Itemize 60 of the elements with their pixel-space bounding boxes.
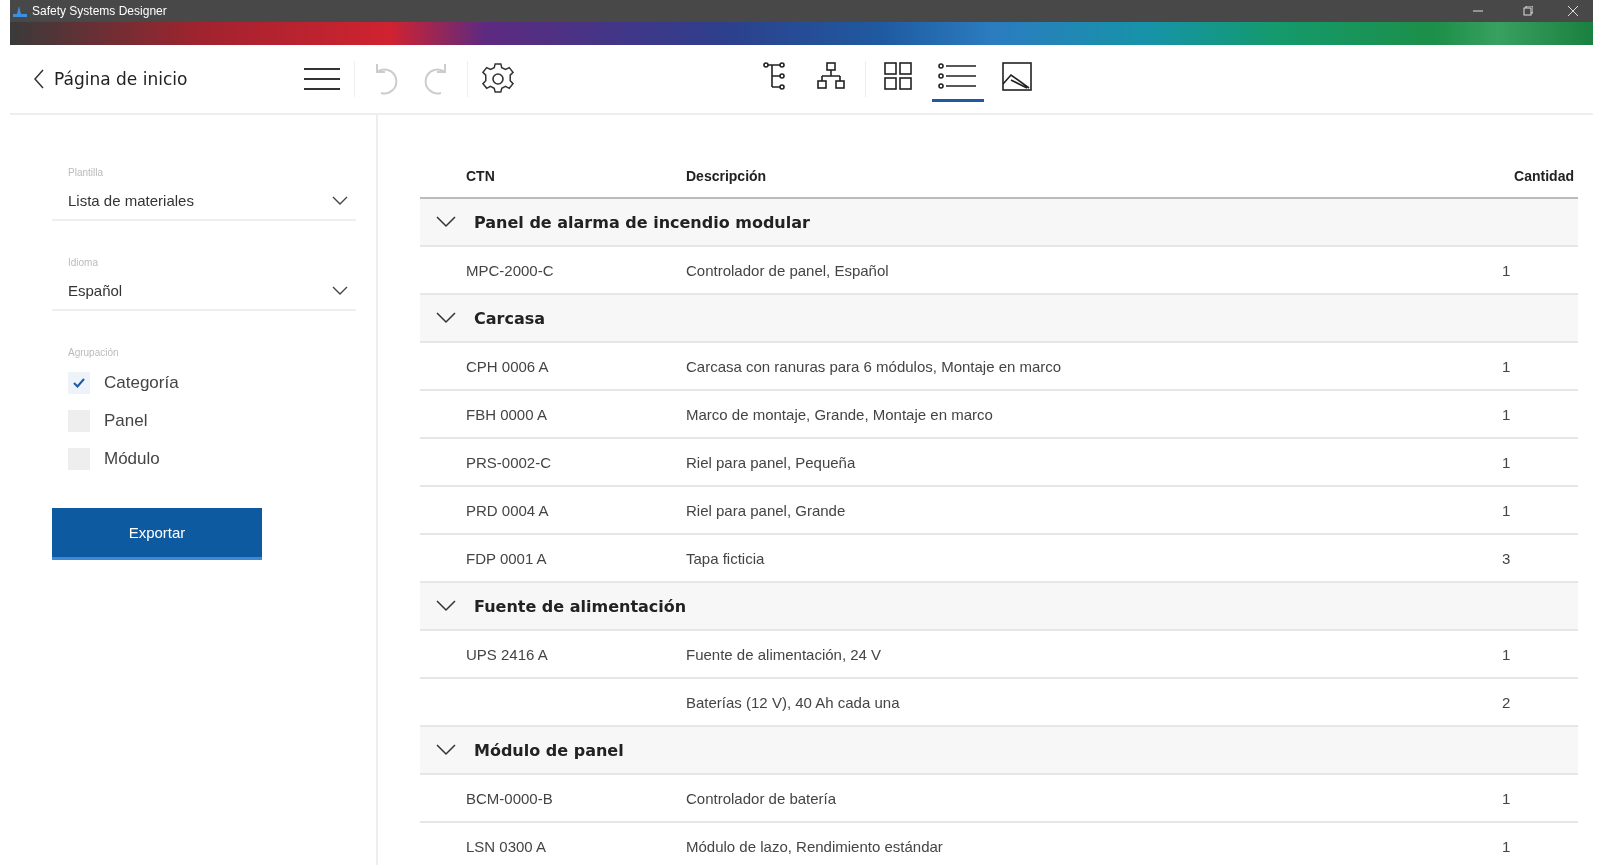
checkbox[interactable] <box>68 372 90 394</box>
image-icon <box>1002 62 1032 91</box>
list-view-icon <box>938 62 978 91</box>
group-toggle[interactable]: Fuente de alimentación <box>420 596 687 616</box>
checkbox-option[interactable]: Módulo <box>68 448 160 470</box>
restore-icon[interactable] <box>1523 6 1533 16</box>
table-cell-text: PRD 0004 A <box>465 501 550 519</box>
table-cell-text: Fuente de alimentación, 24 V <box>686 645 883 663</box>
checkmark-icon <box>73 378 85 388</box>
export-button[interactable]: Exportar <box>52 508 262 560</box>
field-label: Plantilla <box>68 167 105 178</box>
column-header: Descripción <box>686 168 768 184</box>
dropdown[interactable]: Español <box>52 282 356 311</box>
table-cell-text: 3 <box>1501 549 1512 567</box>
table-cell-text: BCM-0000-B <box>465 789 554 807</box>
table-cell-text: 1 <box>1501 645 1512 663</box>
table-cell-text: 1 <box>1501 789 1512 807</box>
back-chevron-icon <box>34 69 44 89</box>
table-cell-text: Riel para panel, Pequeña <box>686 453 857 471</box>
checkbox-option[interactable]: Panel <box>68 410 148 432</box>
table-cell-text: UPS 2416 A <box>465 645 549 663</box>
back-link[interactable]: Página de inicio <box>34 69 304 89</box>
chevron-down-icon <box>332 196 348 205</box>
column-header: CTN <box>465 168 496 184</box>
table-cell-text: Marco de montaje, Grande, Montaje en marco <box>686 405 994 423</box>
table-cell-text: MPC-2000-C <box>465 261 555 279</box>
menu-icon[interactable] <box>304 67 340 91</box>
table-cell-text: Baterías (12 V), 40 Ah cada una <box>686 693 901 711</box>
table-cell-text: Controlador de panel, Español <box>686 261 890 279</box>
table-cell-text: 1 <box>1501 501 1512 519</box>
hierarchy-icon <box>817 62 847 91</box>
table-cell-text: LSN 0300 A <box>465 837 548 855</box>
checkbox-option[interactable]: Categoría <box>68 372 179 394</box>
group-toggle[interactable]: Carcasa <box>420 308 546 328</box>
grid-view-icon <box>884 62 914 91</box>
close-icon[interactable] <box>1568 6 1578 16</box>
table-cell-text: 2 <box>1501 693 1512 711</box>
table-cell-text: 1 <box>1501 357 1512 375</box>
table-cell-text: 1 <box>1501 405 1512 423</box>
table-cell-text: FBH 0000 A <box>465 405 548 423</box>
group-toggle[interactable]: Módulo de panel <box>420 740 624 760</box>
dropdown[interactable]: Lista de materiales <box>52 192 356 221</box>
table-cell-text: CPH 0006 A <box>465 357 550 375</box>
table-cell-text: PRS-0002-C <box>465 453 553 471</box>
table-cell-text: Tapa ficticia <box>686 549 766 567</box>
column-header: Cantidad <box>1513 168 1575 184</box>
field-label: Idioma <box>68 257 99 268</box>
field-label: Agrupación <box>68 347 120 358</box>
group-toggle[interactable]: Panel de alarma de incendio modular <box>420 212 810 232</box>
window-title: Safety Systems Designer <box>32 4 167 18</box>
chevron-down-icon <box>332 286 348 295</box>
table-cell-text: 1 <box>1501 837 1512 855</box>
table-cell-text: Riel para panel, Grande <box>686 501 847 519</box>
table-cell-text: Módulo de lazo, Rendimiento estándar <box>686 837 944 855</box>
table-cell-text: 1 <box>1501 261 1512 279</box>
table-cell-text: FDP 0001 A <box>465 549 548 567</box>
table-cell-text: Carcasa con ranuras para 6 módulos, Montaje en marco <box>686 357 1063 375</box>
table-cell-text: Controlador de batería <box>686 789 838 807</box>
table-cell-text: 1 <box>1501 453 1512 471</box>
settings-icon[interactable] <box>482 62 516 96</box>
